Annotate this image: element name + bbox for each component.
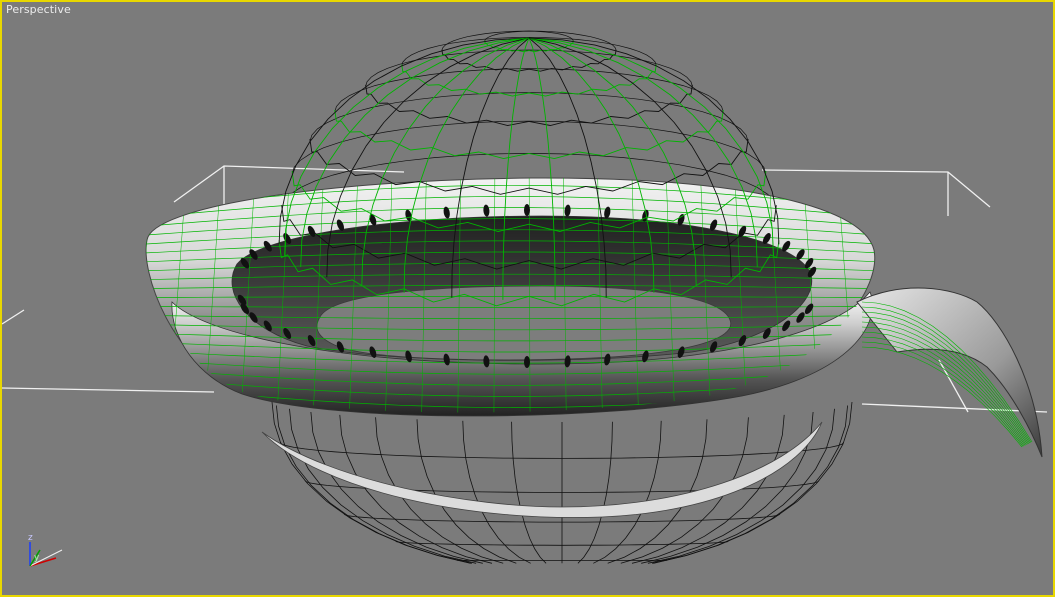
scene-canvas[interactable]: z y xyxy=(2,2,1053,595)
bowl-longitude-line xyxy=(339,414,493,564)
ring-radial-line xyxy=(146,177,153,413)
ring-hole xyxy=(524,204,530,216)
bowl-handle xyxy=(856,287,1043,458)
axis-z-label: z xyxy=(28,533,33,543)
perspective-viewport[interactable]: Perspective z y xyxy=(0,0,1055,597)
bowl-ring xyxy=(145,177,876,518)
dome-latitude-ring xyxy=(334,109,724,160)
axis-gizmo[interactable]: z y xyxy=(28,533,63,567)
dome-latitude-ring xyxy=(365,84,693,126)
axis-y-label: y xyxy=(34,553,40,563)
viewport-label[interactable]: Perspective xyxy=(6,3,71,16)
dome-latitude-ring-back xyxy=(291,120,767,175)
ring-hole xyxy=(524,356,530,368)
dome-latitude-ring-back xyxy=(334,68,724,113)
